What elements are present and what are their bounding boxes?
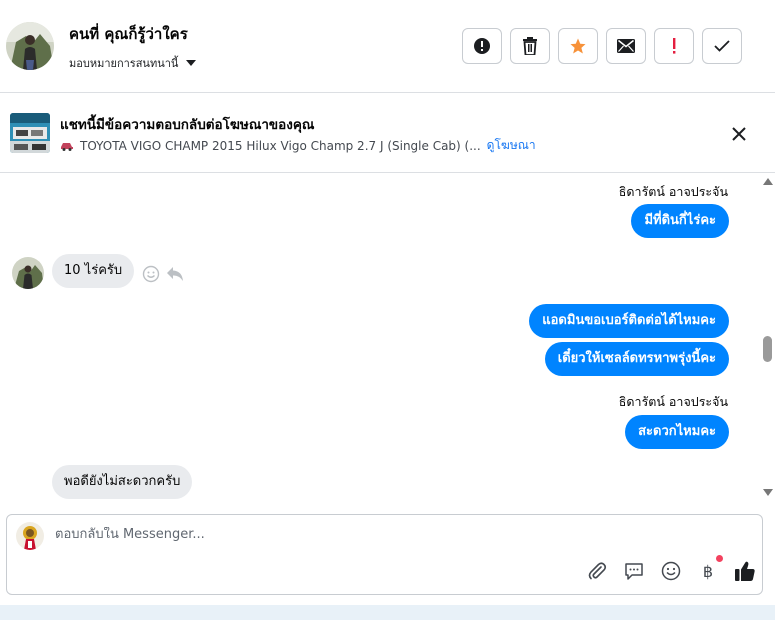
spam-icon: [474, 38, 490, 54]
sender-name: ธิดารัตน์ อาจประจัน: [618, 394, 728, 409]
emoji-icon: [661, 561, 681, 581]
view-ad-link[interactable]: ดูโฆษณา: [487, 136, 536, 155]
attach-button[interactable]: [585, 559, 609, 583]
sender-name: ธิดารัตน์ อาจประจัน: [618, 184, 728, 199]
reply-input[interactable]: [55, 527, 555, 542]
message-thread: ธิดารัตน์ อาจประจัน มีที่ดินกี่ไร่คะ 10 …: [0, 174, 760, 504]
chat-scrollbar[interactable]: [760, 174, 775, 504]
ad-text: TOYOTA VIGO CHAMP 2015 Hilux Vigo Champ …: [80, 138, 481, 153]
car-icon: [61, 142, 73, 151]
ad-description: TOYOTA VIGO CHAMP 2015 Hilux Vigo Champ …: [60, 136, 536, 155]
conversation-header: คนที่ คุณก็รู้ว่าใคร มอบหมายการสนทนานี้: [0, 0, 775, 93]
mail-icon: [617, 39, 635, 53]
star-icon: [570, 38, 586, 54]
mark-important-button[interactable]: [654, 28, 694, 64]
scroll-up-arrow-icon[interactable]: [763, 178, 773, 185]
chevron-down-icon: [186, 60, 197, 66]
scroll-thumb[interactable]: [763, 336, 772, 362]
message-incoming[interactable]: พอดียังไม่สะดวกครับ: [52, 465, 193, 499]
reply-icon[interactable]: [166, 266, 184, 282]
page-avatar: [16, 522, 44, 550]
thumbs-up-icon: [735, 561, 755, 581]
ad-reply-banner: แชทนี้มีข้อความตอบกลับต่อโฆษณาของคุณ TOY…: [0, 93, 775, 173]
mark-done-button[interactable]: [702, 28, 742, 64]
paperclip-icon: [588, 562, 607, 580]
message-outgoing[interactable]: แอดมินขอเบอร์ติดต่อได้ไหมคะ: [529, 304, 729, 338]
message-incoming[interactable]: 10 ไร่ครับ: [52, 254, 135, 288]
assign-label: มอบหมายการสนทนานี้: [69, 57, 179, 70]
message-outgoing[interactable]: สะดวกไหมคะ: [625, 415, 729, 449]
contact-avatar-small: [12, 257, 44, 289]
reply-composer: ฿: [6, 514, 763, 595]
delete-button[interactable]: [510, 28, 550, 64]
payment-button[interactable]: ฿: [696, 555, 723, 583]
bottom-strip: [0, 605, 775, 620]
ad-thumbnail[interactable]: [10, 113, 50, 153]
chat-bubble-icon: [625, 563, 643, 580]
assign-conversation-dropdown[interactable]: มอบหมายการสนทนานี้: [69, 54, 197, 72]
reaction-icon[interactable]: [142, 265, 160, 283]
trash-icon: [523, 37, 537, 55]
conversation-actions: [462, 28, 742, 64]
baht-icon: ฿: [702, 561, 714, 581]
star-button[interactable]: [558, 28, 598, 64]
close-icon[interactable]: [729, 124, 749, 144]
contact-name: คนที่ คุณก็รู้ว่าใคร: [69, 25, 188, 43]
emoji-button[interactable]: [659, 559, 683, 583]
message-tools: [142, 265, 184, 283]
message-outgoing[interactable]: เดี๋ยวให้เซลล์ดทรหาพรุ่งนี้คะ: [544, 342, 729, 376]
mark-unread-button[interactable]: [606, 28, 646, 64]
banner-title: แชทนี้มีข้อความตอบกลับต่อโฆษณาของคุณ: [60, 117, 315, 133]
mark-spam-button[interactable]: [462, 28, 502, 64]
check-icon: [714, 40, 730, 52]
like-button[interactable]: [733, 559, 757, 583]
scroll-down-arrow-icon[interactable]: [763, 489, 773, 496]
saved-replies-button[interactable]: [622, 559, 646, 583]
important-icon: [673, 38, 676, 54]
notification-dot: [716, 555, 723, 562]
contact-avatar[interactable]: [6, 22, 54, 70]
message-outgoing[interactable]: มีที่ดินกี่ไร่คะ: [631, 204, 729, 238]
composer-tools: ฿: [585, 555, 757, 583]
